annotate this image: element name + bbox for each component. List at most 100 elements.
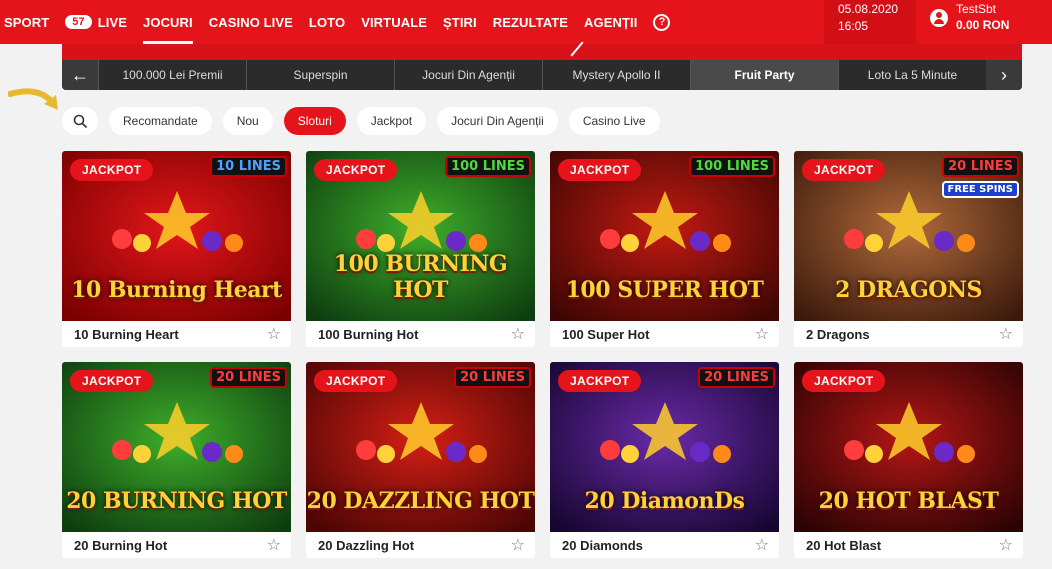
game-card[interactable]: JACKPOT 20 LINES FREE SPINS 2 DRAGONS 2 … xyxy=(794,151,1023,347)
game-art-title: 20 DiamonDs xyxy=(584,488,745,514)
filter-pill[interactable]: Recomandate xyxy=(109,107,212,135)
category-carousel: ← 100.000 Lei Premii Superspin Jocuri Di… xyxy=(62,60,1022,90)
nav-label: ȘTIRI xyxy=(443,14,477,30)
carousel-item[interactable]: Jocuri Din Agenții xyxy=(394,60,542,90)
lines-badge: 20 LINES xyxy=(942,156,1019,177)
lines-badge: 100 LINES xyxy=(445,156,531,177)
game-name: 2 Dragons xyxy=(806,326,870,342)
game-card[interactable]: JACKPOT 20 LINES 20 BURNING HOT 20 Burni… xyxy=(62,362,291,558)
lines-badge: 100 LINES xyxy=(689,156,775,177)
live-count-badge: 57 xyxy=(65,15,92,29)
game-card-footer: 20 Burning Hot ☆ xyxy=(62,532,291,558)
game-thumbnail[interactable]: JACKPOT 20 LINES 20 DiamonDs xyxy=(550,362,779,532)
arrow-left-icon[interactable]: ← xyxy=(62,60,98,90)
nav-item-sport[interactable]: SPORT xyxy=(0,0,57,44)
balance: 0.00 RON xyxy=(956,18,1010,32)
game-thumbnail[interactable]: JACKPOT 20 HOT BLAST xyxy=(794,362,1023,532)
game-thumbnail[interactable]: JACKPOT 100 LINES 100 SUPER HOT xyxy=(550,151,779,321)
nav-label: LOTO xyxy=(308,14,346,30)
nav-label: CASINO LIVE xyxy=(208,14,293,30)
star-icon[interactable]: ☆ xyxy=(267,535,281,555)
jackpot-badge: JACKPOT xyxy=(314,370,398,392)
jackpot-badge: JACKPOT xyxy=(70,370,154,392)
filter-pill[interactable]: Jocuri Din Agenții xyxy=(437,107,558,135)
date-text: 05.08.2020 xyxy=(838,2,899,16)
nav-item-rezultate[interactable]: REZULTATE xyxy=(485,0,576,44)
game-thumbnail[interactable]: JACKPOT 20 LINES 20 DAZZLING HOT xyxy=(306,362,535,532)
nav-item-agentii[interactable]: AGENȚII xyxy=(576,0,645,44)
nav-label: JOCURI xyxy=(143,14,193,30)
game-card-footer: 20 Dazzling Hot ☆ xyxy=(306,532,535,558)
game-name: 100 Burning Hot xyxy=(318,326,419,342)
main-nav: SPORT 57 LIVE JOCURI CASINO LIVE LOTO VI… xyxy=(0,0,671,44)
game-thumbnail[interactable]: JACKPOT 100 LINES 100 BURNING HOT xyxy=(306,151,535,321)
carousel-item-active[interactable]: Fruit Party xyxy=(690,60,838,90)
jackpot-badge: JACKPOT xyxy=(802,159,886,181)
filter-pill[interactable]: Jackpot xyxy=(356,107,427,135)
user-account[interactable]: TestSbt 0.00 RON xyxy=(916,0,1052,44)
game-name: 20 Burning Hot xyxy=(74,537,168,553)
lines-badge: 20 LINES xyxy=(698,367,775,388)
jackpot-badge: JACKPOT xyxy=(802,370,886,392)
game-grid: JACKPOT 10 LINES 10 Burning Heart 10 Bur… xyxy=(62,151,1023,558)
nav-item-casino-live[interactable]: CASINO LIVE xyxy=(201,0,301,44)
game-thumbnail[interactable]: JACKPOT 20 LINES FREE SPINS 2 DRAGONS xyxy=(794,151,1023,321)
filter-pill-active[interactable]: Sloturi xyxy=(283,107,346,135)
free-spins-badge: FREE SPINS xyxy=(941,181,1019,198)
game-name: 20 Diamonds xyxy=(562,537,643,553)
game-card-footer: 10 Burning Heart ☆ xyxy=(62,321,291,347)
search-button[interactable] xyxy=(62,107,98,135)
top-nav-bar: SPORT 57 LIVE JOCURI CASINO LIVE LOTO VI… xyxy=(0,0,1052,44)
nav-item-stiri[interactable]: ȘTIRI xyxy=(435,0,485,44)
star-icon[interactable]: ☆ xyxy=(511,535,525,555)
promo-banner-strip[interactable] xyxy=(62,44,1022,60)
carousel-item[interactable]: Superspin xyxy=(246,60,394,90)
jackpot-badge: JACKPOT xyxy=(558,159,642,181)
game-name: 20 Dazzling Hot xyxy=(318,537,415,553)
game-card[interactable]: JACKPOT 20 LINES 20 DiamonDs 20 Diamonds… xyxy=(550,362,779,558)
chevron-right-icon[interactable]: › xyxy=(986,60,1022,90)
jackpot-badge: JACKPOT xyxy=(314,159,398,181)
question-circle-icon[interactable]: ? xyxy=(653,13,671,31)
nav-label: AGENȚII xyxy=(584,14,638,30)
datetime-box: 05.08.2020 16:05 xyxy=(824,0,916,44)
filter-pill[interactable]: Casino Live xyxy=(568,107,660,135)
game-card[interactable]: JACKPOT 20 HOT BLAST 20 Hot Blast ☆ xyxy=(794,362,1023,558)
game-card-footer: 100 Burning Hot ☆ xyxy=(306,321,535,347)
nav-item-loto[interactable]: LOTO xyxy=(301,0,353,44)
game-card[interactable]: JACKPOT 10 LINES 10 Burning Heart 10 Bur… xyxy=(62,151,291,347)
star-icon[interactable]: ☆ xyxy=(755,535,769,555)
game-name: 100 Super Hot xyxy=(562,326,650,342)
jackpot-badge: JACKPOT xyxy=(558,370,642,392)
pointer-arrow-icon xyxy=(8,88,58,110)
game-art-title: 100 SUPER HOT xyxy=(565,277,764,303)
game-card[interactable]: JACKPOT 100 LINES 100 BURNING HOT 100 Bu… xyxy=(306,151,535,347)
user-info: TestSbt 0.00 RON xyxy=(956,1,1009,33)
game-art-title: 20 BURNING HOT xyxy=(66,488,287,514)
lines-badge: 10 LINES xyxy=(210,156,287,177)
filter-pill[interactable]: Nou xyxy=(222,107,273,135)
nav-label: LIVE xyxy=(97,14,128,30)
game-card[interactable]: JACKPOT 20 LINES 20 DAZZLING HOT 20 Dazz… xyxy=(306,362,535,558)
star-icon[interactable]: ☆ xyxy=(267,324,281,344)
search-icon xyxy=(73,114,87,128)
game-thumbnail[interactable]: JACKPOT 20 LINES 20 BURNING HOT xyxy=(62,362,291,532)
star-icon[interactable]: ☆ xyxy=(755,324,769,344)
nav-item-live[interactable]: 57 LIVE xyxy=(57,0,135,44)
nav-label: VIRTUALE xyxy=(361,14,428,30)
username: TestSbt xyxy=(956,2,997,16)
star-icon[interactable]: ☆ xyxy=(999,535,1013,555)
carousel-item[interactable]: Mystery Apollo II xyxy=(542,60,690,90)
lines-badge: 20 LINES xyxy=(210,367,287,388)
carousel-item[interactable]: Loto La 5 Minute xyxy=(838,60,986,90)
carousel-item[interactable]: 100.000 Lei Premii xyxy=(98,60,246,90)
nav-item-jocuri[interactable]: JOCURI xyxy=(135,0,201,44)
game-card[interactable]: JACKPOT 100 LINES 100 SUPER HOT 100 Supe… xyxy=(550,151,779,347)
game-art-title: 20 DAZZLING HOT xyxy=(306,488,535,514)
filter-bar: Recomandate Nou Sloturi Jackpot Jocuri D… xyxy=(62,107,671,135)
nav-item-virtuale[interactable]: VIRTUALE xyxy=(353,0,435,44)
nav-label: SPORT xyxy=(4,14,50,30)
game-thumbnail[interactable]: JACKPOT 10 LINES 10 Burning Heart xyxy=(62,151,291,321)
star-icon[interactable]: ☆ xyxy=(511,324,525,344)
star-icon[interactable]: ☆ xyxy=(999,324,1013,344)
